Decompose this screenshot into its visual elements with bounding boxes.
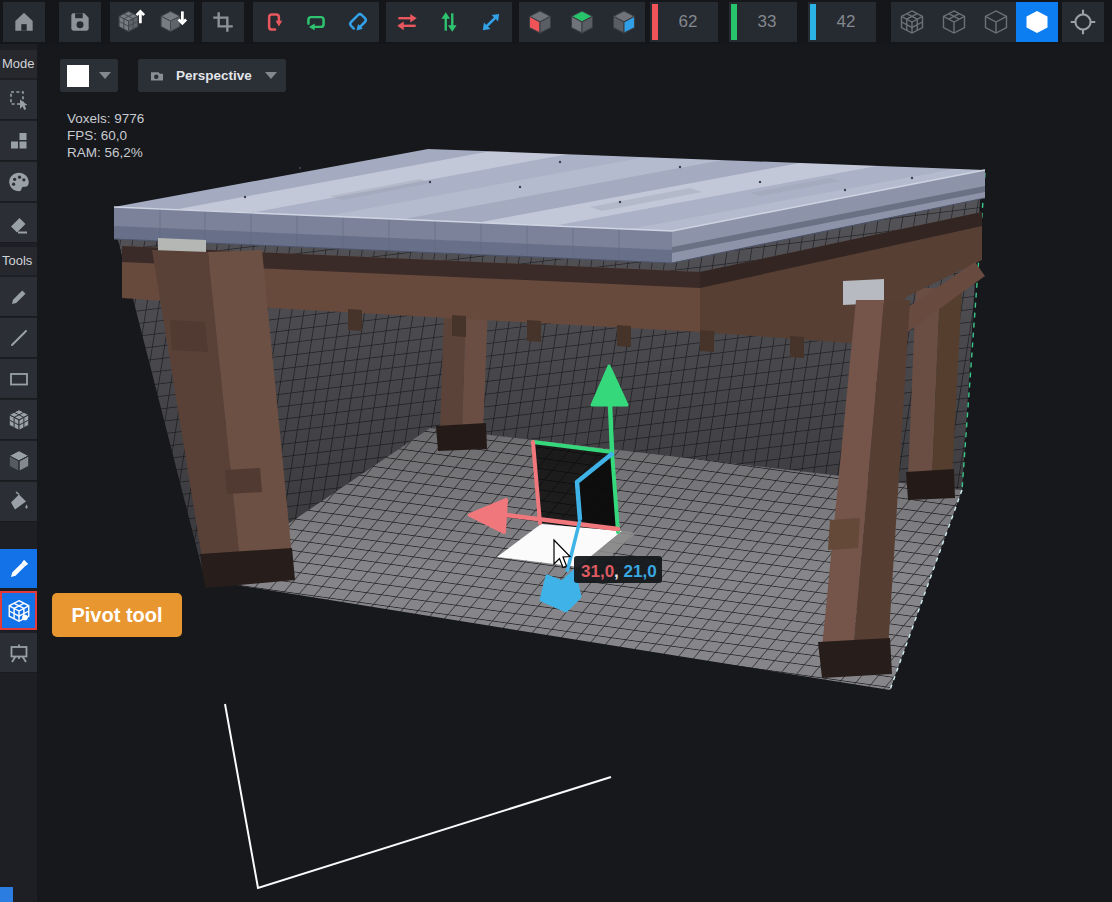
coordinate-label: 31,0, 21,0 [574, 556, 662, 583]
rotate-x-button[interactable] [253, 2, 295, 42]
cube-x-face-button[interactable] [519, 2, 561, 42]
camera-icon [148, 67, 166, 85]
lod-cube-medium-icon [940, 8, 968, 36]
crosshair-icon [1069, 8, 1097, 36]
color-picker-tool-button[interactable] [0, 549, 37, 589]
x-size-field[interactable]: 62 [650, 2, 718, 42]
rectangle-tool-button[interactable] [0, 359, 37, 399]
lod-cube-simple-icon [982, 8, 1010, 36]
cube-x-face-icon [526, 8, 554, 36]
cube-split-icon [6, 448, 32, 474]
rotate-z-button[interactable] [337, 2, 379, 42]
mode-section-label: Mode [0, 50, 37, 78]
viewport-stats: Voxels: 9776 FPS: 60,0 RAM: 56,2% [67, 110, 144, 161]
paint-bucket-tool-button[interactable] [0, 482, 37, 522]
save-button[interactable] [59, 2, 101, 42]
z-size-value: 42 [816, 12, 876, 32]
export-up-icon [116, 7, 146, 37]
select-icon [7, 88, 31, 112]
palette-mode-button[interactable] [0, 162, 37, 202]
mirror-z-button[interactable] [470, 2, 512, 42]
easel-tool-button[interactable] [0, 633, 37, 673]
rotate-z-icon [345, 9, 371, 35]
lod-medium-button[interactable] [933, 2, 975, 42]
cube-fill-tool-button[interactable] [0, 400, 37, 440]
svg-text:31,0, 21,0: 31,0, 21,0 [581, 562, 657, 581]
coord-y-value: 21,0 [624, 562, 657, 581]
z-size-field[interactable]: 42 [808, 2, 876, 42]
save-icon [67, 9, 93, 35]
blocks-mode-button[interactable] [0, 121, 37, 161]
current-color-swatch [67, 65, 89, 87]
cube-z-face-icon [610, 8, 638, 36]
voxel-editor-app: { "toolbar": { "icons": ["home-icon","sa… [0, 0, 1112, 902]
top-toolbar: 62 33 42 [0, 0, 1112, 44]
cube-y-face-icon [568, 8, 596, 36]
eraser-icon [7, 211, 31, 235]
scene-3d-viewport[interactable]: 31,0, 21,0 [37, 44, 1112, 902]
import-down-icon [158, 7, 188, 37]
tools-section-label: Tools [0, 247, 37, 275]
easel-icon [7, 641, 31, 665]
lod-cube-dense-icon [898, 8, 926, 36]
rectangle-icon [7, 367, 31, 391]
mirror-x-icon [394, 9, 420, 35]
ram-value: RAM: 56,2% [67, 144, 144, 161]
lod-dense-button[interactable] [891, 2, 933, 42]
cube-split-tool-button[interactable] [0, 441, 37, 481]
y-size-field[interactable]: 33 [729, 2, 797, 42]
mirror-y-icon [436, 9, 462, 35]
crop-button[interactable] [202, 2, 244, 42]
rotate-y-button[interactable] [295, 2, 337, 42]
cube-y-face-button[interactable] [561, 2, 603, 42]
crop-icon [210, 9, 236, 35]
line-tool-button[interactable] [0, 318, 37, 358]
color-swatch-dropdown[interactable] [60, 59, 118, 92]
rotate-y-icon [303, 9, 329, 35]
pencil-icon [7, 285, 31, 309]
camera-mode-label: Perspective [176, 68, 252, 83]
line-icon [7, 326, 31, 350]
select-mode-button[interactable] [0, 80, 37, 120]
color-picker-icon [7, 557, 31, 581]
mirror-y-button[interactable] [428, 2, 470, 42]
model-export-button[interactable] [110, 2, 152, 42]
cube-fill-icon [6, 407, 32, 433]
left-sidebar: Mode Tools [0, 44, 37, 902]
chevron-down-icon [99, 72, 111, 79]
pencil-tool-button[interactable] [0, 277, 37, 317]
lod-simple-button[interactable] [975, 2, 1017, 42]
axis-guide-lines [225, 704, 611, 888]
solid-view-button[interactable] [1016, 2, 1058, 42]
bottom-left-chip[interactable] [0, 887, 13, 902]
y-size-value: 33 [737, 12, 797, 32]
paint-bucket-icon [7, 490, 31, 514]
solid-cube-icon [1023, 8, 1051, 36]
cube-z-face-button[interactable] [603, 2, 645, 42]
camera-mode-dropdown[interactable]: Perspective [138, 59, 286, 92]
eraser-mode-button[interactable] [0, 203, 37, 243]
rotate-x-icon [261, 9, 287, 35]
pivot-tool-button[interactable] [0, 591, 37, 631]
pivot-tool-tooltip: Pivot tool [52, 593, 182, 637]
mirror-x-button[interactable] [386, 2, 428, 42]
mirror-z-icon [478, 9, 504, 35]
center-view-button[interactable] [1062, 2, 1104, 42]
chevron-down-icon [265, 72, 277, 79]
pivot-cube-icon [6, 598, 32, 624]
gizmo-y-axis[interactable] [610, 404, 612, 451]
home-button[interactable] [3, 2, 45, 42]
coord-x-value: 31,0 [581, 562, 614, 581]
fps-value: FPS: 60,0 [67, 127, 144, 144]
blocks-icon [7, 129, 31, 153]
palette-icon [6, 169, 32, 195]
x-size-value: 62 [658, 12, 718, 32]
voxel-count: Voxels: 9776 [67, 110, 144, 127]
model-import-button[interactable] [152, 2, 194, 42]
